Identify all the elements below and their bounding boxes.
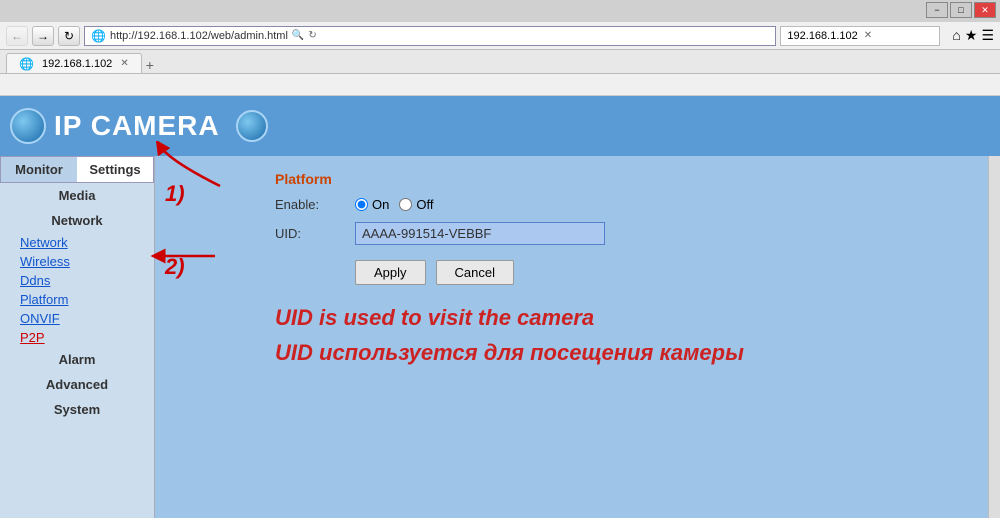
app-header: IP CAMERA: [0, 96, 1000, 156]
sidebar-network-header: Network: [0, 208, 154, 233]
content-area: 1) 2) Platform Enable:: [155, 156, 988, 518]
section-title: Platform: [275, 171, 968, 187]
apply-button[interactable]: Apply: [355, 260, 426, 285]
uid-label: UID:: [275, 226, 355, 241]
forward-button[interactable]: →: [32, 26, 54, 46]
sidebar-item-ddns[interactable]: Ddns: [0, 271, 154, 290]
cancel-button[interactable]: Cancel: [436, 260, 514, 285]
browser-tab-label: 192.168.1.102: [787, 30, 857, 42]
sidebar-item-media[interactable]: Media: [0, 183, 154, 208]
close-tab-icon[interactable]: ✕: [864, 30, 872, 41]
platform-section: Platform Enable: On Off: [275, 171, 968, 370]
nav-bar: ← → ↻ 🌐 http://192.168.1.102/web/admin.h…: [0, 22, 1000, 50]
info-text-area: UID is used to visit the camera UID испо…: [275, 300, 968, 370]
logo-globe-left-icon: [10, 108, 46, 144]
info-line-2: UID используется для посещения камеры: [275, 335, 968, 370]
enable-row: Enable: On Off: [275, 197, 968, 212]
sidebar-tabs: Monitor Settings: [0, 156, 154, 183]
address-icon: 🌐: [91, 29, 106, 43]
uid-input[interactable]: [355, 222, 605, 245]
sidebar-item-wireless[interactable]: Wireless: [0, 252, 154, 271]
radio-on-option[interactable]: On: [355, 197, 389, 212]
radio-on-label: On: [372, 197, 389, 212]
app-title: IP CAMERA: [54, 110, 220, 142]
tab-bar: 🌐 192.168.1.102 ✕ +: [0, 50, 1000, 74]
restore-button[interactable]: □: [950, 2, 972, 18]
enable-radio-group: On Off: [355, 197, 433, 212]
sidebar-item-onvif[interactable]: ONVIF: [0, 309, 154, 328]
tab-title: 192.168.1.102: [42, 58, 112, 70]
home-icon[interactable]: ⌂: [952, 27, 960, 44]
title-bar: − □ ✕: [0, 0, 1000, 22]
info-line-1: UID is used to visit the camera: [275, 300, 968, 335]
arrow-2-svg: [150, 241, 230, 271]
sidebar-item-advanced[interactable]: Advanced: [0, 372, 154, 397]
sidebar-item-network[interactable]: Network: [0, 233, 154, 252]
close-button[interactable]: ✕: [974, 2, 996, 18]
sidebar-item-platform[interactable]: Platform: [0, 290, 154, 309]
minimize-button[interactable]: −: [926, 2, 948, 18]
sidebar-item-system[interactable]: System: [0, 397, 154, 422]
refresh-icon: ↻: [308, 30, 316, 41]
search-go-icon: 🔍: [292, 30, 304, 41]
radio-off-option[interactable]: Off: [399, 197, 433, 212]
menu-icon[interactable]: ☰: [981, 27, 994, 44]
back-button[interactable]: ←: [6, 26, 28, 46]
annotation-label-2: 2): [165, 254, 185, 280]
new-tab-button[interactable]: +: [146, 57, 154, 73]
star-icon[interactable]: ★: [965, 27, 978, 44]
annotation-label-1: 1): [165, 181, 185, 207]
address-text: http://192.168.1.102/web/admin.html: [110, 30, 288, 42]
radio-on-input[interactable]: [355, 198, 368, 211]
app-logo: IP CAMERA: [10, 108, 268, 144]
button-row: Apply Cancel: [355, 260, 968, 285]
tab-monitor[interactable]: Monitor: [0, 156, 77, 183]
enable-label: Enable:: [275, 197, 355, 212]
logo-globe-right-icon: [236, 110, 268, 142]
tab-settings[interactable]: Settings: [77, 156, 154, 183]
browser-tab[interactable]: 🌐 192.168.1.102 ✕: [6, 53, 142, 73]
address-bar[interactable]: 🌐 http://192.168.1.102/web/admin.html 🔍 …: [84, 26, 776, 46]
toolbar-row: [0, 74, 1000, 96]
radio-off-label: Off: [416, 197, 433, 212]
tab-close-icon[interactable]: ✕: [120, 58, 128, 69]
uid-row: UID:: [275, 222, 968, 245]
main-layout: Monitor Settings Media Network Network W…: [0, 156, 1000, 518]
tab-favicon: 🌐: [19, 57, 34, 71]
sidebar-item-p2p[interactable]: P2P: [0, 328, 154, 347]
search-bar[interactable]: 192.168.1.102 ✕: [780, 26, 940, 46]
radio-off-input[interactable]: [399, 198, 412, 211]
sidebar-item-alarm[interactable]: Alarm: [0, 347, 154, 372]
scrollbar[interactable]: [988, 156, 1000, 518]
sidebar: Monitor Settings Media Network Network W…: [0, 156, 155, 518]
browser-window: − □ ✕ ← → ↻ 🌐 http://192.168.1.102/web/a…: [0, 0, 1000, 518]
refresh-button[interactable]: ↻: [58, 26, 80, 46]
